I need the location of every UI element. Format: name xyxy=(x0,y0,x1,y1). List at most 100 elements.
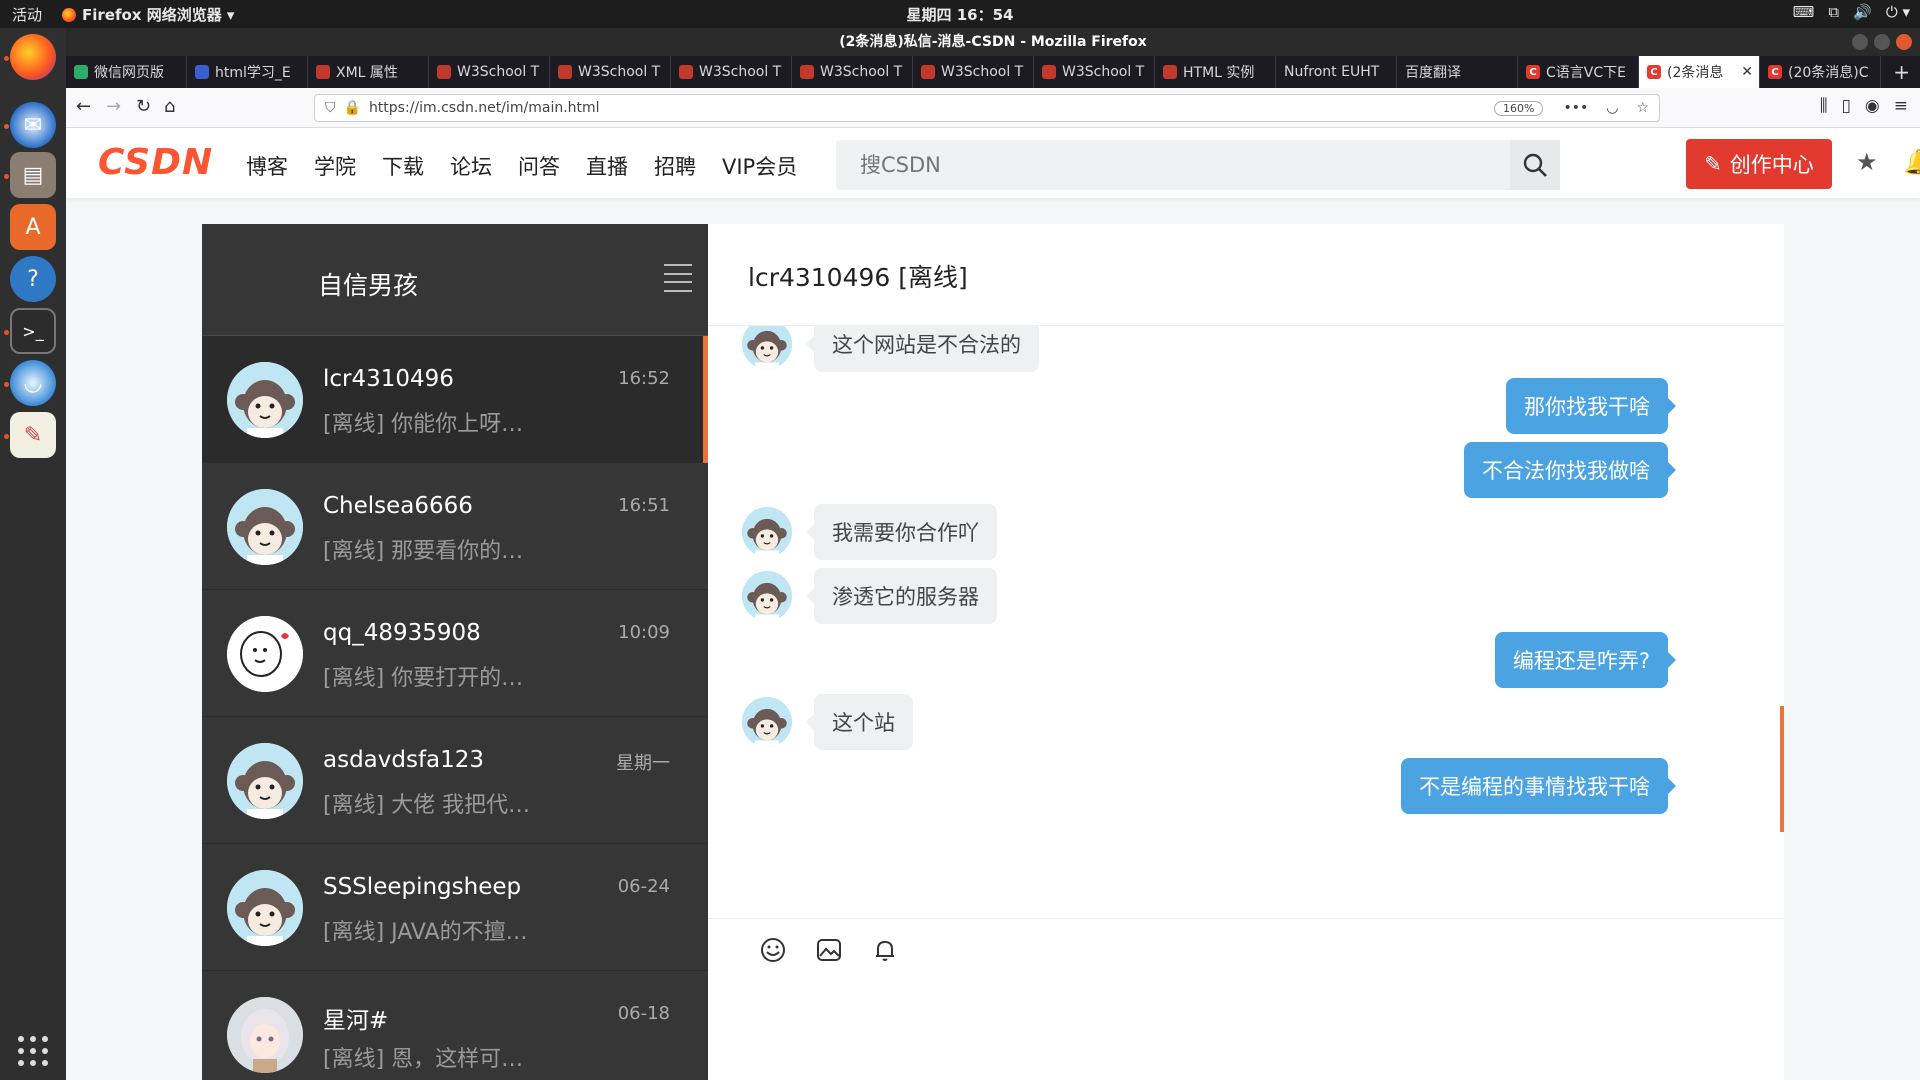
sender-avatar[interactable] xyxy=(742,507,792,557)
tab-label: W3School T xyxy=(941,64,1024,80)
conversation-item[interactable]: asdavdsfa123 星期一 [离线] 大佬 我把代… xyxy=(202,717,708,844)
pocket-icon[interactable]: ◡ xyxy=(1606,100,1618,116)
reload-button[interactable]: ↻ xyxy=(136,96,151,117)
tab-label: XML 属性 xyxy=(336,65,398,81)
files-dock-icon[interactable]: ▤ xyxy=(10,152,56,198)
conversation-item[interactable]: 星河# 06-18 [离线] 恩，这样可… xyxy=(202,971,708,1080)
browser-tab[interactable]: W3School T xyxy=(550,56,671,88)
network-icon[interactable]: ⧉ xyxy=(1828,3,1839,21)
csdn-nav-item[interactable]: 直播 xyxy=(586,151,628,181)
create-center-button[interactable]: ✎ 创作中心 xyxy=(1686,139,1832,189)
url-bar[interactable]: ⛉ 🔒 https://im.csdn.net/im/main.html 160… xyxy=(314,94,1660,122)
library-icon[interactable]: ⫼ xyxy=(1820,96,1828,116)
page-actions-icon[interactable]: ••• xyxy=(1563,100,1588,116)
navigation-toolbar: ← → ↻ ⌂ ⛉ 🔒 https://im.csdn.net/im/main.… xyxy=(66,88,1920,128)
browser-tab[interactable]: HTML 实例 xyxy=(1155,56,1276,88)
power-icon[interactable]: ⏻ ▾ xyxy=(1886,3,1910,21)
new-tab-button[interactable]: + xyxy=(1883,56,1920,88)
tab-favicon-icon xyxy=(437,65,451,79)
tab-label: 微信网页版 xyxy=(94,65,164,81)
browser-tab[interactable]: 百度翻译 xyxy=(1397,56,1518,88)
account-icon[interactable]: ◉ xyxy=(1865,96,1880,116)
conversation-name: qq_48935908 xyxy=(323,620,481,646)
create-center-label: 创作中心 xyxy=(1729,153,1814,177)
browser-tab[interactable]: html学习_E xyxy=(187,56,308,88)
sidebar-toggle-icon[interactable]: ▯ xyxy=(1842,96,1851,116)
csdn-nav-item[interactable]: 论坛 xyxy=(450,151,492,181)
browser-tab[interactable]: 微信网页版 xyxy=(66,56,187,88)
avatar xyxy=(227,362,303,438)
list-menu-icon[interactable] xyxy=(664,264,692,292)
zoom-indicator[interactable]: 160% xyxy=(1493,100,1544,116)
browser-tab[interactable]: W3School T xyxy=(913,56,1034,88)
conversation-item[interactable]: qq_48935908 10:09 [离线] 你要打开的… xyxy=(202,590,708,717)
csdn-logo[interactable]: CSDN xyxy=(98,142,213,183)
notification-bell-icon[interactable]: 🔔 xyxy=(1904,148,1920,176)
thunderbird-dock-icon[interactable]: ✉ xyxy=(10,102,56,148)
keyboard-icon[interactable]: ⌨ xyxy=(1793,3,1815,21)
tab-close-icon[interactable]: ✕ xyxy=(1741,64,1753,80)
search-input[interactable] xyxy=(836,140,1496,190)
url-text[interactable]: https://im.csdn.net/im/main.html xyxy=(369,100,600,116)
bell-icon[interactable] xyxy=(870,935,900,965)
message-list[interactable]: 这个网站是不合法的 那你找我干啥 不合法你找我做啥 我需要你合作吖 渗透它的服务器 编程还… xyxy=(708,326,1784,918)
conversation-item[interactable]: Chelsea6666 16:51 [离线] 那要看你的… xyxy=(202,463,708,590)
tab-label: W3School T xyxy=(578,64,661,80)
conversation-name: Chelsea6666 xyxy=(323,493,473,519)
csdn-nav-item[interactable]: 下载 xyxy=(382,151,424,181)
chat-partner-title: lcr4310496 [离线] xyxy=(708,224,1784,326)
emoji-icon[interactable] xyxy=(758,935,788,965)
hamburger-menu-icon[interactable]: ≡ xyxy=(1894,96,1908,116)
browser-tab[interactable]: C (2条消息 ✕ xyxy=(1639,56,1760,88)
help-dock-icon[interactable]: ? xyxy=(10,256,56,302)
shield-icon[interactable]: ⛉ xyxy=(325,100,336,116)
browser-tab[interactable]: W3School T xyxy=(671,56,792,88)
sender-avatar[interactable] xyxy=(742,571,792,621)
terminal-dock-icon[interactable]: >_ xyxy=(10,308,56,354)
show-applications-icon[interactable] xyxy=(18,1036,48,1066)
tab-favicon-icon: C xyxy=(1526,65,1540,79)
search-button[interactable] xyxy=(1510,140,1560,190)
tab-label: 百度翻译 xyxy=(1405,65,1461,81)
conversation-item[interactable]: lcr4310496 16:52 [离线] 你能你上呀… xyxy=(202,336,708,463)
favorites-star-icon[interactable]: ★ xyxy=(1856,148,1878,176)
sender-avatar[interactable] xyxy=(742,697,792,747)
system-tray[interactable]: ⌨ ⧉ 🔊 ⏻ ▾ xyxy=(1793,3,1910,21)
sender-avatar[interactable] xyxy=(742,326,792,369)
conversation-item[interactable]: SSSleepingsheep 06-24 [离线] JAVA的不擅… xyxy=(202,844,708,971)
back-button[interactable]: ← xyxy=(76,96,91,117)
minimize-button[interactable] xyxy=(1852,34,1868,50)
browser-tab[interactable]: Nufront EUHT xyxy=(1276,56,1397,88)
browser-tab[interactable]: W3School T xyxy=(429,56,550,88)
forward-button[interactable]: → xyxy=(106,96,121,117)
csdn-nav-item[interactable]: VIP会员 xyxy=(722,151,797,181)
browser-tab[interactable]: XML 属性 xyxy=(308,56,429,88)
firefox-dock-icon[interactable] xyxy=(10,34,56,80)
csdn-nav-item[interactable]: 学院 xyxy=(314,151,356,181)
csdn-nav-item[interactable]: 招聘 xyxy=(654,151,696,181)
maximize-button[interactable] xyxy=(1874,34,1890,50)
text-editor-dock-icon[interactable]: ✎ xyxy=(10,412,56,458)
image-icon[interactable] xyxy=(814,935,844,965)
browser-tab[interactable]: W3School T xyxy=(792,56,913,88)
sketch-app-dock-icon[interactable]: ◡ xyxy=(10,360,56,406)
software-dock-icon[interactable]: A xyxy=(10,204,56,250)
close-window-button[interactable] xyxy=(1896,34,1912,50)
csdn-nav-item[interactable]: 问答 xyxy=(518,151,560,181)
conversation-name: SSSleepingsheep xyxy=(323,874,522,900)
lock-icon[interactable]: 🔒 xyxy=(344,100,361,116)
clock[interactable]: 星期四 16：54 xyxy=(0,4,1920,25)
conversation-time: 星期一 xyxy=(616,753,670,774)
scrollbar-thumb[interactable] xyxy=(1780,706,1784,832)
csdn-main-nav: 博客 学院 下载 论坛 问答 直播 招聘 VIP会员 xyxy=(246,151,797,181)
browser-tab[interactable]: W3School T xyxy=(1034,56,1155,88)
sidebar-header: 自信男孩 xyxy=(202,224,708,336)
bookmark-star-icon[interactable]: ☆ xyxy=(1636,100,1649,116)
home-button[interactable]: ⌂ xyxy=(164,96,175,117)
csdn-nav-item[interactable]: 博客 xyxy=(246,151,288,181)
volume-icon[interactable]: 🔊 xyxy=(1853,3,1872,21)
window-titlebar[interactable]: (2条消息)私信-消息-CSDN - Mozilla Firefox xyxy=(66,28,1920,56)
browser-tab[interactable]: C (20条消息)C xyxy=(1760,56,1881,88)
tab-label: W3School T xyxy=(457,64,540,80)
browser-tab[interactable]: C C语言VC下E xyxy=(1518,56,1639,88)
